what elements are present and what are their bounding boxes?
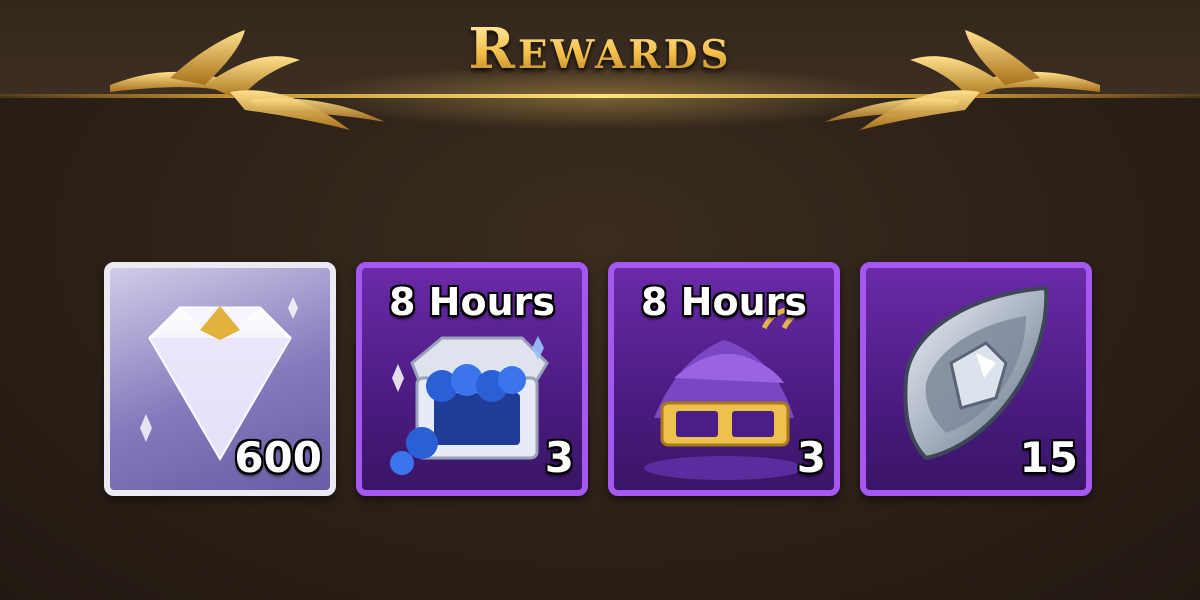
page-title: Rewards (0, 16, 1200, 82)
rewards-header: Rewards (0, 0, 1200, 130)
reward-item-purple-dust-chest[interactable]: 8 Hours 3 (608, 262, 840, 496)
reward-quantity: 600 (234, 433, 322, 482)
reward-duration: 8 Hours (389, 280, 555, 324)
reward-item-silver-stone[interactable]: 15 (860, 262, 1092, 496)
reward-quantity: 15 (1019, 433, 1078, 482)
reward-quantity: 3 (544, 433, 574, 482)
reward-duration: 8 Hours (641, 280, 807, 324)
reward-quantity: 3 (796, 433, 826, 482)
reward-item-diamonds[interactable]: 600 (104, 262, 336, 496)
rewards-list: 600 8 Hours 3 8 Hours 3 15 (0, 262, 1200, 500)
reward-item-treasure-chest[interactable]: 8 Hours 3 (356, 262, 588, 496)
